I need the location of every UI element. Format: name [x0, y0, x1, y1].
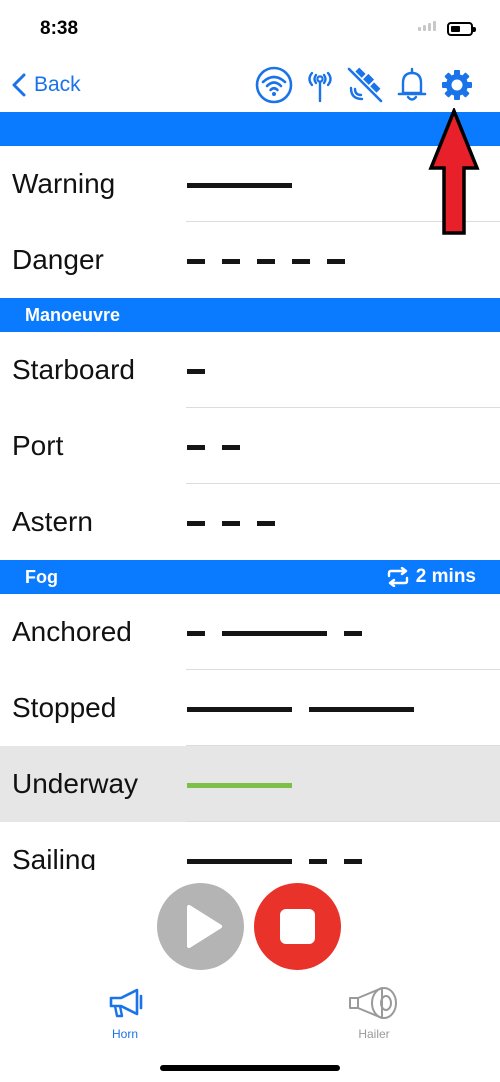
long-blast	[309, 707, 414, 712]
signal-label: Anchored	[12, 616, 132, 647]
nav-bar: Back	[0, 58, 500, 112]
blast-pattern	[187, 259, 487, 264]
megaphone-icon	[109, 988, 143, 1018]
signal-row-astern[interactable]: Astern	[0, 484, 500, 560]
signal-row-starboard[interactable]: Starboard	[0, 332, 500, 408]
blast-pattern	[187, 631, 487, 636]
short-blast	[187, 369, 205, 374]
short-blast	[344, 631, 362, 636]
signal-row-sailing[interactable]: Sailing	[0, 822, 500, 870]
stop-button[interactable]	[254, 883, 341, 970]
bell-icon[interactable]	[393, 66, 431, 104]
blast-pattern	[187, 859, 487, 864]
signal-row-stopped[interactable]: Stopped	[0, 670, 500, 746]
short-blast	[327, 259, 345, 264]
loudspeaker-icon	[349, 987, 397, 1019]
signal-label: Astern	[12, 506, 93, 537]
long-blast	[187, 183, 292, 188]
battery-icon	[447, 22, 476, 36]
repeat-interval[interactable]: 2 mins	[386, 566, 476, 588]
long-blast	[187, 859, 292, 864]
signal-row-underway[interactable]: Underway	[0, 746, 500, 822]
blast-pattern	[187, 707, 487, 712]
signal-row-port[interactable]: Port	[0, 408, 500, 484]
antenna-icon[interactable]	[301, 66, 339, 104]
back-label: Back	[34, 73, 81, 96]
play-button[interactable]	[157, 883, 244, 970]
tab-bar: Horn Hailer	[0, 980, 500, 1050]
status-time: 8:38	[40, 18, 79, 39]
tab-hailer[interactable]: Hailer	[314, 986, 434, 1041]
short-blast	[187, 521, 205, 526]
section-header	[0, 112, 500, 146]
signal-row-danger[interactable]: Danger	[0, 222, 500, 298]
signal-label: Warning	[12, 168, 116, 199]
home-indicator	[160, 1065, 340, 1071]
blast-pattern	[187, 369, 487, 374]
section-title: Manoeuvre	[25, 305, 121, 325]
short-blast	[222, 521, 240, 526]
satellite-off-icon[interactable]	[346, 66, 384, 104]
signal-label: Sailing	[12, 844, 97, 870]
signal-row-warning[interactable]: Warning	[0, 146, 500, 222]
signal-label: Port	[12, 430, 64, 461]
short-blast	[222, 259, 240, 264]
tab-horn-label: Horn	[111, 1027, 138, 1041]
long-blast	[222, 631, 327, 636]
wifi-icon[interactable]	[255, 66, 293, 104]
signal-list[interactable]: Warning Danger Manoeuvre Starboard Port Aster…	[0, 112, 500, 870]
signal-label: Stopped	[12, 692, 117, 723]
signal-row-anchored[interactable]: Anchored	[0, 594, 500, 670]
long-blast	[187, 707, 292, 712]
blast-pattern	[187, 521, 487, 526]
blast-pattern	[187, 783, 487, 788]
short-blast	[344, 859, 362, 864]
stop-icon	[280, 909, 315, 944]
section-header: Fog 2 mins	[0, 560, 500, 594]
back-button[interactable]: Back	[12, 70, 81, 100]
short-blast	[187, 631, 205, 636]
short-blast	[309, 859, 327, 864]
signal-label: Starboard	[12, 354, 135, 385]
gear-icon[interactable]	[438, 66, 476, 104]
short-blast	[187, 445, 205, 450]
blast-pattern	[187, 445, 487, 450]
play-icon	[187, 905, 222, 948]
section-title: Fog	[25, 567, 58, 587]
chevron-left-icon	[12, 73, 26, 97]
short-blast	[187, 259, 205, 264]
repeat-interval-label: 2 mins	[415, 566, 476, 587]
short-blast	[222, 445, 240, 450]
annotation-arrow-icon	[428, 108, 480, 235]
section-header: Manoeuvre	[0, 298, 500, 332]
signal-label: Underway	[12, 768, 139, 799]
long-blast	[187, 783, 292, 788]
tab-horn[interactable]: Horn	[65, 986, 185, 1041]
status-bar: 8:38	[0, 0, 500, 58]
tab-hailer-label: Hailer	[358, 1027, 390, 1041]
short-blast	[292, 259, 310, 264]
short-blast	[257, 521, 275, 526]
repeat-icon	[387, 567, 408, 587]
signal-label: Danger	[12, 244, 104, 275]
short-blast	[257, 259, 275, 264]
